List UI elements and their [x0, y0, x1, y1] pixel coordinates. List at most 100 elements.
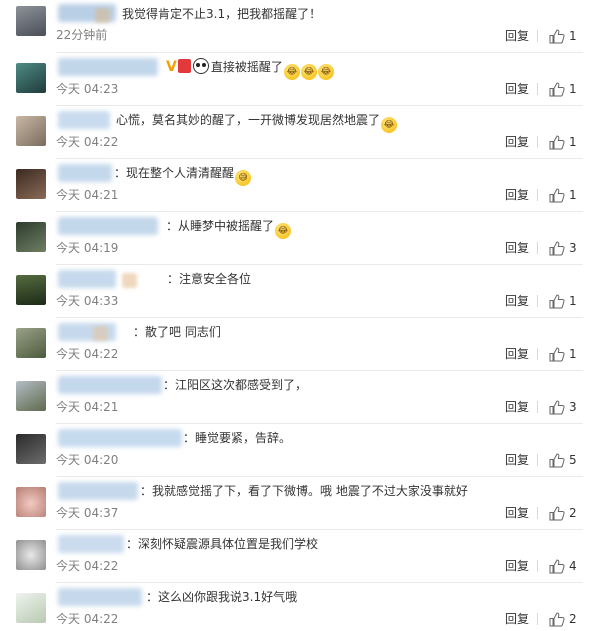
- divider: [537, 136, 538, 148]
- avatar[interactable]: [16, 434, 46, 464]
- comment-item: V 直接被摇醒了 😂 😂 😂 今天 04:23 回复 1: [0, 53, 593, 106]
- comment-time: 22分钟前: [56, 28, 108, 42]
- username-blurred[interactable]: [58, 164, 112, 182]
- username-blurred[interactable]: [58, 535, 124, 553]
- comment-content: 心慌，莫名其妙的醒了，一开微博发现居然地震了 😂: [116, 111, 398, 133]
- reply-button[interactable]: 回复: [505, 293, 529, 309]
- username-blurred[interactable]: [58, 482, 138, 500]
- laugh-cry-emoji: 😂: [317, 64, 334, 80]
- like-count: 3: [569, 400, 577, 414]
- divider: [537, 454, 538, 466]
- divider: [537, 295, 538, 307]
- like-count: 1: [569, 29, 577, 43]
- sweat-smile-emoji: 😅: [235, 170, 252, 186]
- reply-button[interactable]: 回复: [505, 611, 529, 627]
- thumbs-up-icon: [549, 559, 565, 574]
- comment-time: 今天 04:33: [56, 294, 119, 308]
- thumbs-up-icon: [549, 29, 565, 44]
- comment-content: V 直接被摇醒了 😂 😂 😂: [166, 58, 334, 80]
- thumbs-up-icon: [549, 294, 565, 309]
- reply-button[interactable]: 回复: [505, 452, 529, 468]
- avatar[interactable]: [16, 6, 46, 36]
- comment-text: ：现在整个人清清醒醒: [114, 166, 235, 180]
- comment-text: ：睡觉要紧，告辞。: [183, 431, 292, 445]
- divider: [537, 560, 538, 572]
- divider: [537, 83, 538, 95]
- like-count: 1: [569, 82, 577, 96]
- user-badge: [122, 273, 137, 288]
- comment-time: 今天 04:19: [56, 241, 119, 255]
- username-blurred[interactable]: [58, 58, 158, 76]
- laugh-cry-emoji: 😂: [283, 64, 300, 80]
- avatar[interactable]: [16, 63, 46, 93]
- vip-icon: V: [166, 59, 177, 75]
- comment-text: ：散了吧 同志们: [133, 325, 221, 339]
- laugh-cry-emoji: 😂: [381, 117, 398, 133]
- thumbs-up-icon: [549, 400, 565, 415]
- thumbs-up-icon: [549, 135, 565, 150]
- avatar[interactable]: [16, 540, 46, 570]
- comment-text: ：江阳区这次都感受到了，: [163, 378, 308, 392]
- username-blurred[interactable]: [58, 376, 162, 394]
- reply-button[interactable]: 回复: [505, 134, 529, 150]
- comment-content: ：从睡梦中被摇醒了 😂: [166, 217, 292, 239]
- avatar[interactable]: [16, 328, 46, 358]
- reply-button[interactable]: 回复: [505, 558, 529, 574]
- medal-icon: [177, 59, 191, 73]
- like-count: 4: [569, 559, 577, 573]
- divider: [537, 348, 538, 360]
- like-count: 3: [569, 241, 577, 255]
- reply-button[interactable]: 回复: [505, 187, 529, 203]
- reply-button[interactable]: 回复: [505, 28, 529, 44]
- reply-button[interactable]: 回复: [505, 346, 529, 362]
- avatar[interactable]: [16, 116, 46, 146]
- reply-button[interactable]: 回复: [505, 240, 529, 256]
- comment-time: 今天 04:22: [56, 559, 119, 573]
- avatar[interactable]: [16, 169, 46, 199]
- thumbs-up-icon: [549, 506, 565, 521]
- comment-text: 我觉得肯定不止3.1，把我都摇醒了！: [122, 7, 322, 21]
- laugh-cry-emoji: 😂: [275, 223, 292, 239]
- comment-text: ：从睡梦中被摇醒了: [166, 219, 275, 233]
- comment-content: ：现在整个人清清醒醒 😅: [114, 164, 252, 186]
- comment-time: 今天 04:22: [56, 612, 119, 626]
- reply-button[interactable]: 回复: [505, 81, 529, 97]
- comment-item: ：睡觉要紧，告辞。 今天 04:20 回复 5: [0, 424, 593, 477]
- username-blurred[interactable]: [58, 270, 116, 288]
- comment-text: ：注意安全各位: [167, 272, 252, 286]
- thumbs-up-icon: [549, 241, 565, 256]
- username-blurred[interactable]: [58, 111, 110, 129]
- laugh-cry-emoji: 😂: [300, 64, 317, 80]
- username-blurred[interactable]: [58, 588, 142, 606]
- comment-time: 今天 04:22: [56, 347, 119, 361]
- like-count: 2: [569, 612, 577, 626]
- comment-time: 今天 04:37: [56, 506, 119, 520]
- thumbs-up-icon: [549, 347, 565, 362]
- username-blurred[interactable]: [58, 217, 158, 235]
- like-count: 1: [569, 135, 577, 149]
- comment-item: ：现在整个人清清醒醒 😅 今天 04:21 回复 1: [0, 159, 593, 212]
- thumbs-up-icon: [549, 82, 565, 97]
- avatar[interactable]: [16, 222, 46, 252]
- avatar[interactable]: [16, 593, 46, 623]
- thumbs-up-icon: [549, 612, 565, 627]
- avatar[interactable]: [16, 275, 46, 305]
- like-count: 2: [569, 506, 577, 520]
- user-badge: [93, 326, 108, 341]
- divider: [537, 30, 538, 42]
- like-count: 1: [569, 294, 577, 308]
- divider: [537, 507, 538, 519]
- avatar[interactable]: [16, 487, 46, 517]
- divider: [537, 189, 538, 201]
- username-blurred[interactable]: [58, 429, 182, 447]
- reply-button[interactable]: 回复: [505, 399, 529, 415]
- comment-item: ：这么凶你跟我说3.1好气哦 今天 04:22 回复 2: [0, 583, 593, 631]
- comment-time: 今天 04:21: [56, 188, 119, 202]
- reply-button[interactable]: 回复: [505, 505, 529, 521]
- avatar[interactable]: [16, 381, 46, 411]
- comment-item: ：深刻怀疑震源具体位置是我们学校 今天 04:22 回复 4: [0, 530, 593, 583]
- comment-item: ：江阳区这次都感受到了， 今天 04:21 回复 3: [0, 371, 593, 424]
- comment-time: 今天 04:20: [56, 453, 119, 467]
- divider: [537, 242, 538, 254]
- comment-item: 心慌，莫名其妙的醒了，一开微博发现居然地震了 😂 今天 04:22 回复 1: [0, 106, 593, 159]
